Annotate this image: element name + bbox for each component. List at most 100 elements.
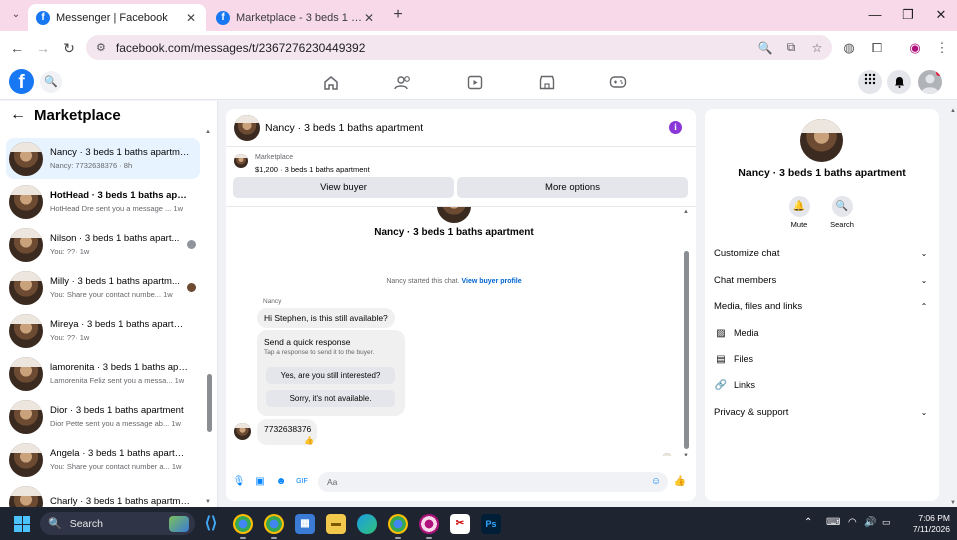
gif-icon[interactable]: GIF [295, 475, 309, 489]
edge-icon[interactable] [357, 514, 377, 534]
menu-grid-icon[interactable] [858, 70, 882, 94]
address-bar[interactable]: ⚙ facebook.com/messages/t/23672762304493… [86, 35, 832, 60]
extension-globe-icon[interactable]: ◍ [840, 39, 858, 57]
search-action[interactable]: 🔍 Search [817, 196, 867, 229]
browser-tab-strip: ⌄ f Messenger | Facebook ✕ f Marketplace… [0, 0, 957, 31]
files-item[interactable]: ▤ Files [714, 351, 753, 367]
thread-scrollbar[interactable] [684, 251, 689, 449]
like-reaction-icon: 👍 [304, 436, 314, 445]
chat-item-mireya[interactable]: Mireya · 3 beds 1 baths apartme... You: … [6, 310, 200, 351]
chat-item-lamorenita[interactable]: lamorenita · 3 beds 1 baths apar... Lamo… [6, 353, 200, 394]
media-files-links-row[interactable]: Media, files and links ⌃ [714, 298, 930, 314]
chat-item-nilson[interactable]: Nilson · 3 beds 1 baths apart... You: ??… [6, 224, 200, 265]
chrome-icon[interactable] [233, 514, 253, 539]
chat-item-milly[interactable]: Milly · 3 beds 1 baths apartm... You: Sh… [6, 267, 200, 308]
message-composer: 🎙 ▣ ☻ GIF Aa ☺ 👍 [226, 469, 696, 495]
quick-response-subtitle: Tap a response to send it to the buyer. [264, 349, 375, 356]
info-icon[interactable]: i [669, 121, 682, 134]
chat-item-angela[interactable]: Angela · 3 beds 1 baths apartm... You: S… [6, 439, 200, 480]
emoji-icon[interactable]: ☺ [649, 475, 663, 489]
conversation-title[interactable]: Nancy · 3 beds 1 baths apartment [265, 122, 669, 134]
chat-item-dior[interactable]: Dior · 3 beds 1 baths apartment Dior Pet… [6, 396, 200, 437]
watch-icon[interactable] [464, 72, 486, 92]
tab-close-icon[interactable]: ✕ [362, 11, 376, 25]
media-item[interactable]: ▨ Media [714, 325, 758, 341]
chat-item-nancy[interactable]: Nancy · 3 beds 1 baths apartment Nancy: … [6, 138, 200, 179]
media-icon: ▨ [716, 327, 726, 339]
keyboard-icon[interactable]: ⌨ [826, 517, 840, 528]
scroll-up-arrow-icon[interactable]: ▲ [683, 209, 689, 215]
zoom-icon[interactable]: 🔍 [754, 41, 776, 55]
chat-list-scrollbar[interactable] [207, 374, 212, 432]
chrome-profile-3-icon[interactable] [419, 514, 439, 539]
wifi-icon[interactable]: ◠ [848, 517, 857, 528]
reload-icon[interactable]: ↻ [60, 39, 78, 57]
account-avatar[interactable] [918, 70, 942, 94]
file-explorer-icon[interactable]: ▬ [326, 514, 346, 534]
windows-start-icon[interactable] [14, 516, 30, 532]
scroll-down-arrow-icon[interactable]: ▼ [205, 499, 211, 505]
store-icon[interactable]: ▦ [295, 514, 315, 534]
search-icon[interactable]: 🔍 [831, 196, 853, 217]
like-thumb-icon[interactable]: 👍 [673, 475, 687, 489]
listing-price[interactable]: $1,200 · 3 beds 1 baths apartment [255, 165, 370, 174]
chat-item-hothead[interactable]: HotHead · 3 beds 1 baths apart... HotHea… [6, 181, 200, 222]
tab-marketplace[interactable]: f Marketplace - 3 beds 1 baths a ✕ [208, 4, 384, 31]
microphone-icon[interactable]: 🎙 [232, 475, 246, 489]
listing-thumbnail[interactable] [234, 114, 260, 141]
forward-icon[interactable]: → [34, 39, 52, 57]
page-scroll-up-icon[interactable]: ▲ [950, 108, 956, 114]
sticker-icon[interactable]: ☻ [274, 475, 288, 489]
friends-icon[interactable] [392, 72, 414, 92]
back-arrow-icon[interactable]: ← [10, 106, 26, 124]
scroll-up-arrow-icon[interactable]: ▲ [205, 129, 211, 135]
links-item[interactable]: 🔗 Links [714, 377, 755, 393]
bookmark-star-icon[interactable]: ☆ [806, 41, 828, 55]
facebook-logo[interactable]: f [9, 69, 34, 94]
profile-icon[interactable]: ◉ [906, 39, 924, 57]
browser-menu-icon[interactable]: ⋮ [933, 39, 951, 57]
quick-response-no-button[interactable]: Sorry, it's not available. [266, 390, 395, 407]
site-info-icon[interactable]: ⚙ [96, 41, 106, 54]
new-tab-button[interactable]: + [389, 6, 407, 24]
chat-members-row[interactable]: Chat members ⌄ [714, 272, 930, 288]
chrome-profile-2-icon[interactable] [388, 514, 408, 539]
close-window-button[interactable]: ✕ [926, 6, 956, 24]
chat-item-preview: You: ??· 1w [50, 333, 90, 342]
quick-response-yes-button[interactable]: Yes, are you still interested? [266, 367, 395, 384]
customize-chat-row[interactable]: Customize chat ⌄ [714, 245, 930, 261]
message-input[interactable]: Aa [318, 472, 668, 492]
tab-close-icon[interactable]: ✕ [184, 11, 198, 25]
chrome-profile-icon[interactable] [264, 514, 284, 539]
taskbar-clock[interactable]: 7:06 PM 7/11/2026 [904, 513, 950, 535]
install-app-icon[interactable]: ⧉ [780, 40, 802, 55]
taskbar-search[interactable]: 🔍 Search [40, 512, 195, 535]
back-icon[interactable]: ← [8, 39, 26, 57]
extensions-puzzle-icon[interactable]: ⧠ [868, 39, 886, 57]
search-icon[interactable]: 🔍 [40, 71, 62, 93]
privacy-support-row[interactable]: Privacy & support ⌄ [714, 404, 930, 420]
vscode-icon[interactable]: ⟨⟩ [201, 514, 221, 534]
page-scroll-down-icon[interactable]: ▼ [950, 500, 956, 506]
battery-icon[interactable]: ▭ [882, 517, 891, 528]
view-buyer-button[interactable]: View buyer [233, 177, 454, 198]
marketplace-icon[interactable] [536, 72, 558, 92]
more-options-button[interactable]: More options [457, 177, 688, 198]
tray-overflow-icon[interactable]: ⌃ [804, 517, 812, 528]
chat-item-charly[interactable]: Charly · 3 beds 1 baths apartment [6, 482, 200, 507]
view-buyer-profile-link[interactable]: View buyer profile [461, 278, 521, 285]
tab-search-dropdown-icon[interactable]: ⌄ [7, 6, 25, 24]
bell-icon[interactable]: 🔔 [788, 196, 810, 217]
scroll-down-arrow-icon[interactable]: ▼ [683, 453, 689, 456]
volume-icon[interactable]: 🔊 [864, 517, 876, 528]
notifications-icon[interactable] [887, 70, 911, 94]
snipping-tool-icon[interactable]: ✂ [450, 514, 470, 534]
listing-thumbnail [9, 356, 43, 391]
gaming-icon[interactable] [607, 72, 629, 92]
photoshop-icon[interactable]: Ps [481, 514, 501, 534]
minimize-button[interactable]: — [860, 6, 890, 24]
photo-icon[interactable]: ▣ [253, 475, 267, 489]
maximize-button[interactable]: ❐ [893, 6, 923, 24]
home-icon[interactable] [320, 72, 342, 92]
tab-messenger[interactable]: f Messenger | Facebook ✕ [28, 4, 206, 31]
